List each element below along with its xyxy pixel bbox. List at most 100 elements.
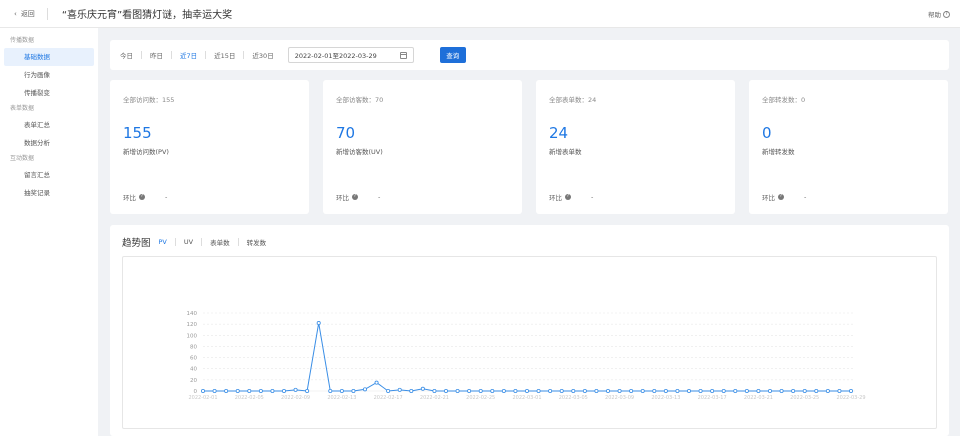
data-point xyxy=(420,386,425,391)
data-point xyxy=(721,388,726,393)
data-point xyxy=(582,388,587,393)
data-point xyxy=(432,388,437,393)
x-tick-label: 2022-03-25 xyxy=(790,395,819,401)
divider xyxy=(243,51,245,59)
x-tick-label: 2022-03-01 xyxy=(512,395,541,401)
data-point xyxy=(258,388,263,393)
query-button[interactable]: 查询 xyxy=(439,47,466,63)
card-ratio: 环比 ? - xyxy=(123,192,167,202)
data-point xyxy=(548,388,553,393)
x-tick-label: 2022-02-05 xyxy=(235,395,264,401)
card-ratio: 环比 ? - xyxy=(762,192,806,202)
y-tick-label: 60 xyxy=(190,356,197,362)
back-button[interactable]: ‹ 返回 xyxy=(14,9,35,19)
x-tick-label: 2022-02-25 xyxy=(466,395,495,401)
data-point xyxy=(305,388,310,393)
x-tick-label: 2022-03-09 xyxy=(605,395,634,401)
question-icon[interactable]: ? xyxy=(352,194,358,200)
divider xyxy=(205,51,207,59)
y-tick-label: 120 xyxy=(187,322,198,328)
trend-tab-pv[interactable]: PV xyxy=(159,238,167,246)
data-point xyxy=(849,388,854,393)
sidebar-item-spread[interactable]: 传播裂变 xyxy=(4,84,94,102)
data-point xyxy=(629,388,634,393)
sidebar-item-form-summary[interactable]: 表单汇总 xyxy=(4,116,94,134)
data-point xyxy=(478,388,483,393)
data-point xyxy=(490,388,495,393)
data-point xyxy=(791,388,796,393)
x-tick-label: 2022-03-29 xyxy=(836,395,865,401)
help-icon: ? xyxy=(943,10,950,18)
y-tick-label: 20 xyxy=(190,378,197,384)
data-point xyxy=(733,388,738,393)
data-point xyxy=(652,388,657,393)
data-point xyxy=(640,388,645,393)
stat-card-uv: 全部访客数：70 70 新增访客数(UV) 环比 ? - xyxy=(323,80,522,214)
help-label: 帮助 xyxy=(928,11,941,19)
filter-tab-7days[interactable]: 近7日 xyxy=(180,50,197,60)
stat-card-shares: 全部转发数：0 0 新增转发数 环比 ? - xyxy=(749,80,948,214)
x-tick-label: 2022-03-13 xyxy=(651,395,680,401)
sidebar-item-comments[interactable]: 留言汇总 xyxy=(4,166,94,184)
y-tick-label: 100 xyxy=(187,333,198,339)
page-title: “喜乐庆元宵”看图猜灯谜，抽幸运大奖 xyxy=(61,10,233,21)
ratio-value: - xyxy=(165,193,168,201)
top-bar: ‹ 返回 “喜乐庆元宵”看图猜灯谜，抽幸运大奖 帮助 ? xyxy=(0,0,960,28)
sidebar-item-data-analysis[interactable]: 数据分析 xyxy=(4,134,94,152)
sidebar-item-behavior-profile[interactable]: 行为画像 xyxy=(4,66,94,84)
data-point xyxy=(467,388,472,393)
data-point xyxy=(339,388,344,393)
data-point xyxy=(617,388,622,393)
data-point xyxy=(212,388,217,393)
trend-tab-shares[interactable]: 转发数 xyxy=(247,237,267,247)
filter-bar: 今日 昨日 近7日 近15日 近30日 2022-02-01至2022-03-2… xyxy=(110,40,949,70)
question-icon[interactable]: ? xyxy=(139,194,145,200)
data-point xyxy=(536,388,541,393)
data-point xyxy=(328,388,333,393)
trend-tab-uv[interactable]: UV xyxy=(184,238,193,246)
trend-chart: 0 20 40 60 80 100 120 140 2022-02-01 2022-02-05 20… xyxy=(122,256,937,429)
data-point xyxy=(559,388,564,393)
y-tick-label: 80 xyxy=(190,344,197,350)
help-link[interactable]: 帮助 ? xyxy=(928,9,950,19)
x-tick-label: 2022-03-21 xyxy=(744,395,773,401)
filter-tab-today[interactable]: 今日 xyxy=(120,50,133,60)
filter-tab-15days[interactable]: 近15日 xyxy=(214,50,235,60)
data-point xyxy=(814,388,819,393)
data-point xyxy=(675,388,680,393)
ratio-value: - xyxy=(378,193,381,201)
divider xyxy=(237,238,239,246)
x-tick-label: 2022-02-13 xyxy=(327,395,356,401)
data-point xyxy=(397,387,402,392)
divider xyxy=(174,238,176,246)
x-tick-label: 2022-02-17 xyxy=(374,395,403,401)
x-tick-label: 2022-03-05 xyxy=(559,395,588,401)
question-icon[interactable]: ? xyxy=(565,194,571,200)
x-tick-label: 2022-02-01 xyxy=(188,395,217,401)
data-point xyxy=(756,388,761,393)
calendar-icon xyxy=(399,51,407,59)
data-point xyxy=(362,387,367,392)
x-tick-label: 2022-02-21 xyxy=(420,395,449,401)
data-point xyxy=(501,388,506,393)
trend-tab-forms[interactable]: 表单数 xyxy=(210,237,230,247)
filter-tab-yesterday[interactable]: 昨日 xyxy=(150,50,163,60)
question-icon[interactable]: ? xyxy=(778,194,784,200)
data-point xyxy=(687,388,692,393)
date-range-picker[interactable]: 2022-02-01至2022-03-29 xyxy=(287,47,414,63)
card-total: 全部访问数：155 xyxy=(123,96,175,104)
card-total: 全部转发数：0 xyxy=(762,96,806,104)
data-point xyxy=(594,388,599,393)
sidebar-group-label: 表单数据 xyxy=(10,105,35,112)
filter-tab-30days[interactable]: 近30日 xyxy=(252,50,273,60)
card-ratio: 环比 ? - xyxy=(549,192,593,202)
data-point xyxy=(744,388,749,393)
card-value: 155 xyxy=(123,124,152,142)
data-point xyxy=(409,388,414,393)
data-point xyxy=(235,388,240,393)
sidebar: 传播数据 基础数据 行为画像 传播裂变 表单数据 表单汇总 数据分析 互动数据 … xyxy=(0,28,98,436)
data-point xyxy=(316,321,321,326)
data-point xyxy=(281,388,286,393)
sidebar-item-lottery-records[interactable]: 抽奖记录 xyxy=(4,184,94,202)
sidebar-item-basic-data[interactable]: 基础数据 xyxy=(4,48,94,66)
